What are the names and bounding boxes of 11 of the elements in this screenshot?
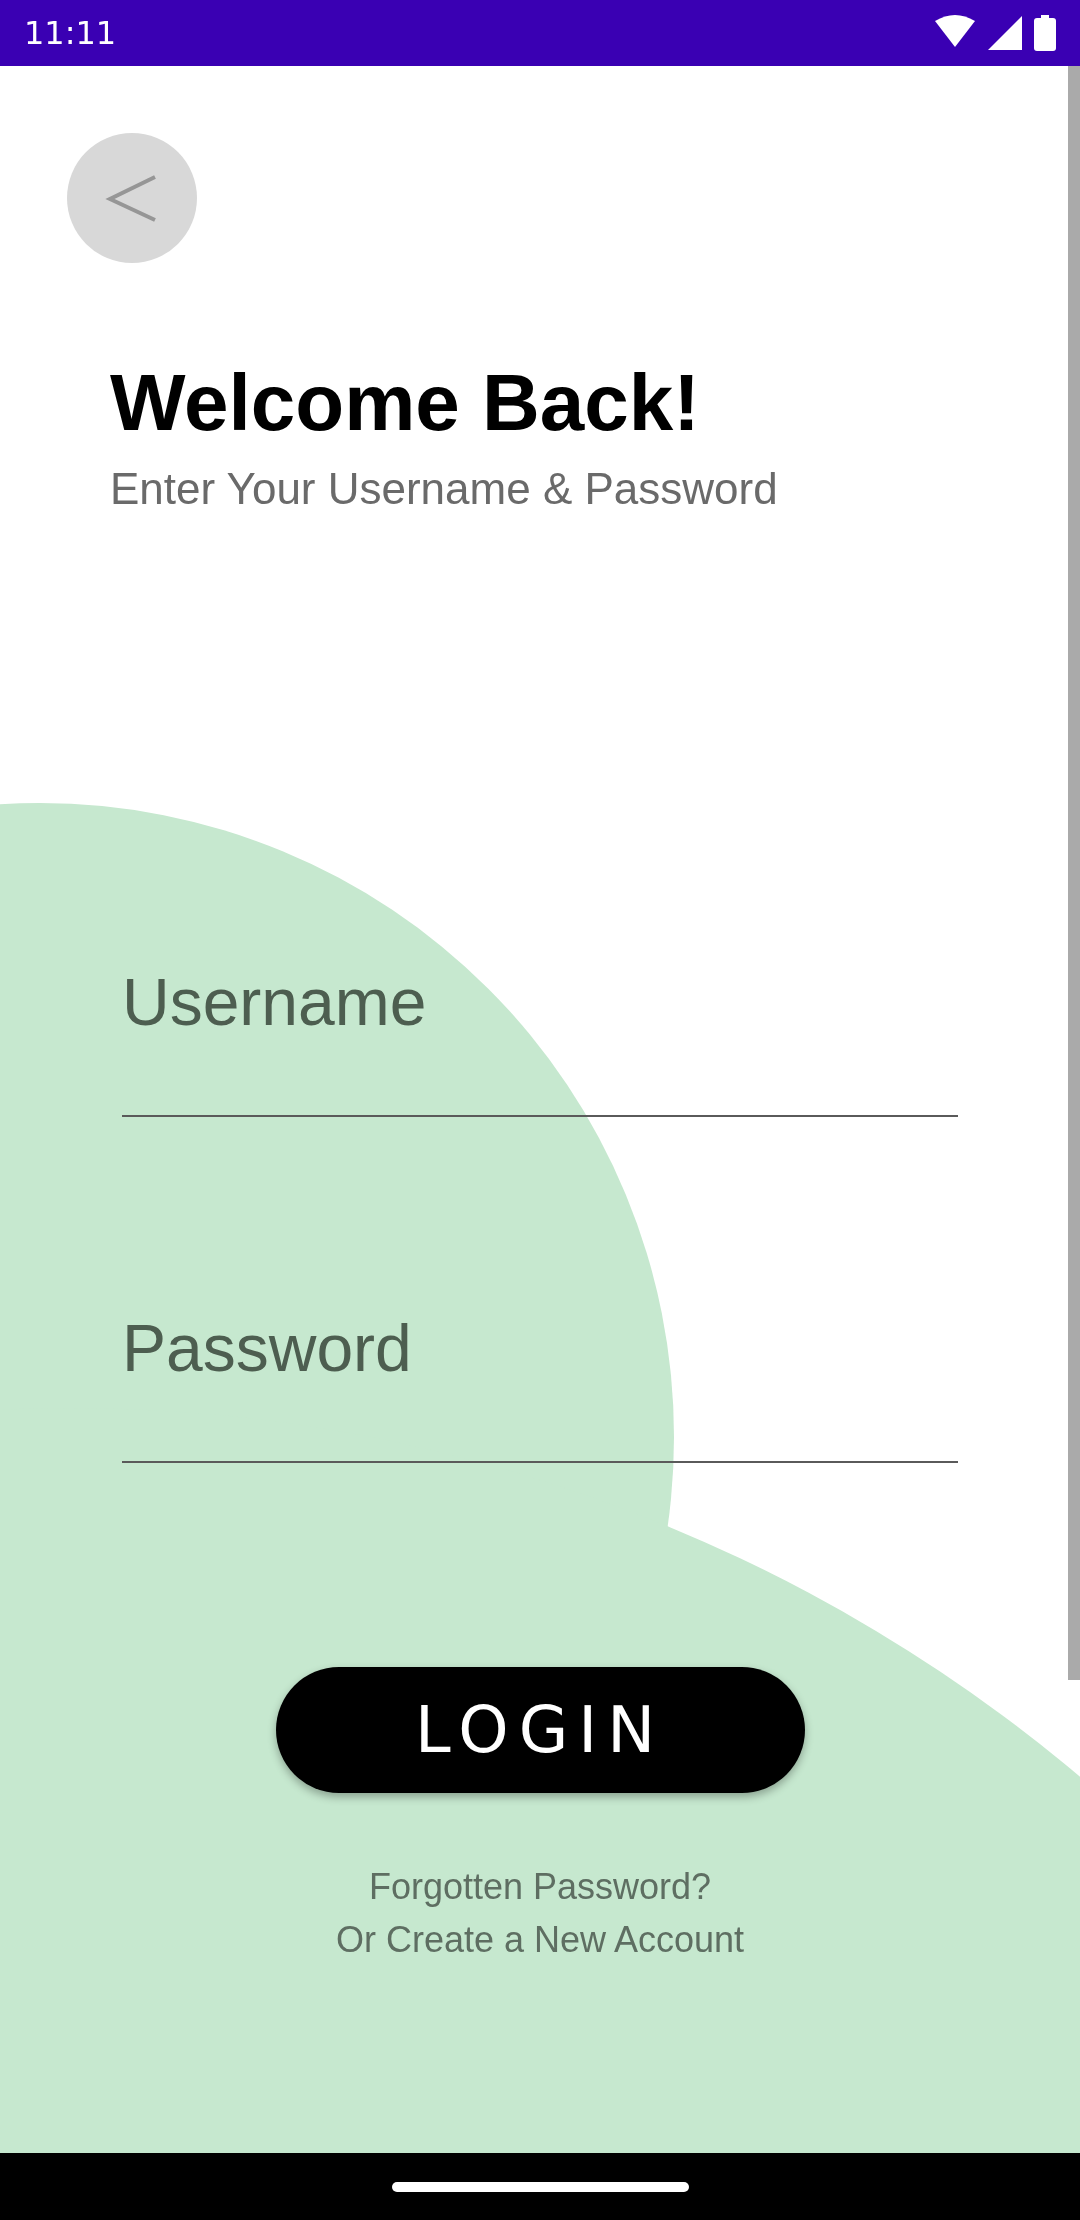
input-field[interactable]: Password <box>122 1288 958 1463</box>
signal-icon <box>988 16 1022 50</box>
home-handle[interactable] <box>391 2181 689 2192</box>
text-link[interactable]: Forgotten Password? <box>368 1860 712 1913</box>
battery-icon <box>1034 15 1056 51</box>
input-field[interactable]: Username <box>122 942 958 1117</box>
status-time: 11:11 <box>24 14 117 52</box>
welcome-title: Welcome Back! <box>110 357 701 449</box>
login-button[interactable]: LOGIN <box>275 1667 805 1793</box>
subtitle: Enter Your Username & Password <box>110 463 779 515</box>
text-link[interactable]: Or Create a New Account <box>335 1913 745 1966</box>
